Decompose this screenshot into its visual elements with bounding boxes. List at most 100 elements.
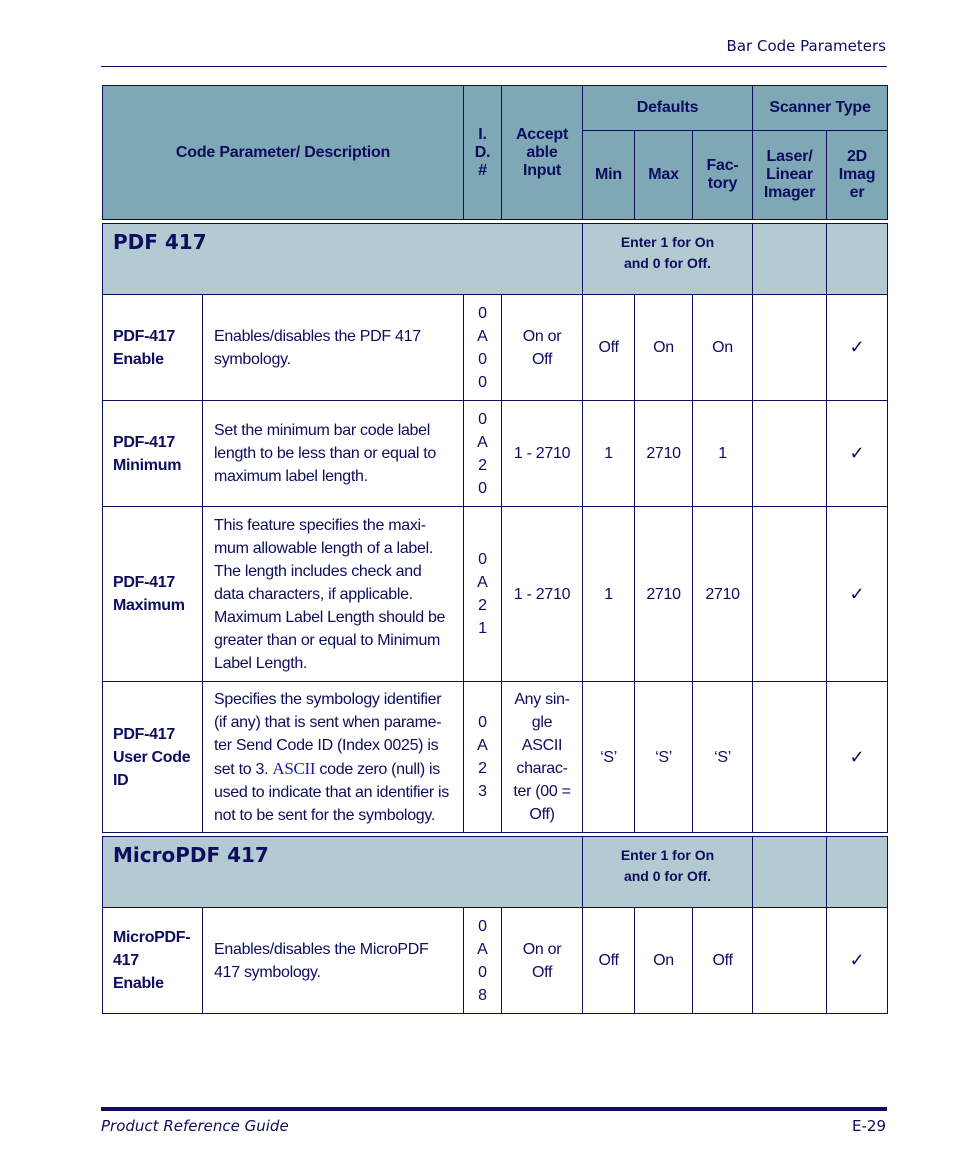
- parameter-name: MicroPDF- 417 Enable: [102, 907, 203, 1014]
- acceptable-input: 1 - 2710: [501, 506, 584, 682]
- col-header-laser-linear-imager: Laser/ Linear Imager: [752, 130, 828, 220]
- parameter-description: This feature specifies the maxi-mum allo…: [201, 506, 465, 682]
- col-header-2d-line: Imag: [838, 166, 876, 183]
- id-char: A: [477, 327, 488, 345]
- id-char: 2: [478, 456, 487, 474]
- col-header-acceptable-input: Accept able Input: [501, 85, 584, 220]
- parameter-id: 0 A 2 0: [463, 400, 503, 507]
- col-header-accept-line: Input: [522, 161, 562, 179]
- id-char: A: [477, 433, 488, 451]
- parameter-name-line: Enable: [113, 350, 164, 368]
- parameter-name-line: Minimum: [113, 456, 182, 474]
- parameter-name-line: Maximum: [113, 597, 185, 614]
- parameter-id: 0 A 0 0: [463, 294, 503, 401]
- section-title: MicroPDF 417: [101, 836, 584, 908]
- parameter-name-line: PDF-417: [113, 433, 175, 451]
- col-header-id: I. D. #: [463, 85, 503, 220]
- section-empty-cell: [752, 223, 828, 295]
- col-header-2d-line: 2D: [846, 148, 868, 165]
- id-char: 0: [478, 917, 487, 935]
- ascii-term: ASCII: [272, 758, 316, 778]
- footer-guide-title: Product Reference Guide: [101, 1117, 289, 1135]
- acceptable-input-line: Off: [531, 350, 553, 368]
- table-row: PDF-417 User Code ID Specifies the symbo…: [102, 681, 889, 833]
- running-header-title: Bar Code Parameters: [726, 37, 886, 55]
- default-max: On: [634, 294, 694, 401]
- col-header-factory-line: tory: [707, 175, 738, 192]
- section-note-line: Enter 1 for On: [620, 847, 715, 863]
- footer-rule: [101, 1107, 887, 1111]
- default-factory: 1: [692, 400, 754, 507]
- section-empty-cell: [826, 223, 889, 295]
- parameter-description: Enables/disables the MicroPDF 417 symbol…: [201, 907, 465, 1014]
- default-max: On: [634, 907, 694, 1014]
- parameter-name-line: PDF-417: [113, 725, 175, 743]
- parameter-name-line: PDF-417: [113, 327, 175, 345]
- parameter-name-line: User Code: [113, 748, 191, 766]
- parameter-name: PDF-417 Maximum: [102, 506, 203, 682]
- id-char: 2: [478, 760, 487, 777]
- acceptable-input: On or Off: [501, 907, 584, 1014]
- col-header-factory: Fac- tory: [692, 130, 754, 220]
- parameter-name-line: 417: [113, 952, 139, 969]
- col-header-id-line: #: [478, 161, 487, 179]
- section-empty-cell: [826, 836, 889, 908]
- section-note-line: and 0 for Off.: [623, 868, 712, 884]
- parameter-name: PDF-417 Enable: [102, 294, 203, 401]
- acceptable-input-line: Any sin-: [514, 691, 570, 708]
- acceptable-input-line: ter (00 =: [513, 783, 571, 800]
- parameter-name: PDF-417 Minimum: [102, 400, 203, 507]
- check-icon: ✓: [826, 681, 889, 833]
- col-header-laser-line: Laser/: [766, 148, 813, 165]
- section-title: PDF 417: [101, 223, 584, 295]
- default-factory: ‘S’: [692, 681, 754, 833]
- table-row: MicroPDF- 417 Enable Enables/disables th…: [102, 907, 889, 1014]
- default-max: 2710: [634, 400, 694, 507]
- check-icon: ✓: [826, 294, 889, 401]
- parameter-id: 0 A 0 8: [463, 907, 503, 1014]
- default-max: ‘S’: [634, 681, 694, 833]
- parameter-description: Specifies the symbology identifier (if a…: [201, 681, 465, 833]
- col-header-accept-line: Accept: [515, 125, 569, 143]
- scanner-laser: [752, 681, 828, 833]
- id-char: 0: [478, 350, 487, 368]
- id-char: 0: [478, 479, 487, 497]
- section-note-line: Enter 1 for On: [620, 234, 715, 250]
- default-max: 2710: [634, 506, 694, 682]
- section-header-pdf417: PDF 417 Enter 1 for On and 0 for Off.: [101, 223, 889, 295]
- id-char: 8: [478, 986, 487, 1004]
- footer-page-number: E-29: [852, 1117, 886, 1135]
- id-char: 2: [478, 597, 487, 614]
- col-header-2d-imager: 2D Imag er: [826, 130, 889, 220]
- col-header-defaults: Defaults: [582, 85, 754, 131]
- id-char: A: [477, 574, 488, 591]
- section-note: Enter 1 for On and 0 for Off.: [582, 223, 754, 295]
- parameter-id: 0 A 2 1: [463, 506, 503, 682]
- default-min: 1: [582, 400, 636, 507]
- parameter-name-line: PDF-417: [113, 574, 175, 591]
- col-header-laser-line: Imager: [763, 184, 816, 201]
- col-header-laser-line: Linear: [766, 166, 813, 183]
- scanner-laser: [752, 294, 828, 401]
- bar-code-parameters-table: Code Parameter/ Description I. D. # Acce…: [101, 85, 889, 1014]
- section-empty-cell: [752, 836, 828, 908]
- table-row: PDF-417 Minimum Set the minimum bar code…: [102, 400, 889, 507]
- id-char: 0: [478, 714, 487, 731]
- parameter-name-line: ID: [113, 771, 129, 789]
- acceptable-input: Any sin- gle ASCII charac- ter (00 = Off…: [501, 681, 584, 833]
- default-factory: On: [692, 294, 754, 401]
- col-header-factory-line: Fac-: [706, 157, 739, 174]
- acceptable-input-line: Off: [531, 963, 553, 981]
- table-row: PDF-417 Maximum This feature specifies t…: [102, 506, 889, 682]
- id-char: 0: [478, 304, 487, 322]
- id-char: 3: [478, 783, 487, 800]
- scanner-laser: [752, 400, 828, 507]
- section-header-micropdf417: MicroPDF 417 Enter 1 for On and 0 for Of…: [101, 836, 889, 908]
- id-char: 1: [478, 620, 487, 637]
- section-note: Enter 1 for On and 0 for Off.: [582, 836, 754, 908]
- col-header-accept-line: able: [526, 143, 558, 161]
- check-icon: ✓: [826, 506, 889, 682]
- col-header-id-line: I.: [478, 125, 487, 143]
- acceptable-input: 1 - 2710: [501, 400, 584, 507]
- id-char: 0: [478, 373, 487, 391]
